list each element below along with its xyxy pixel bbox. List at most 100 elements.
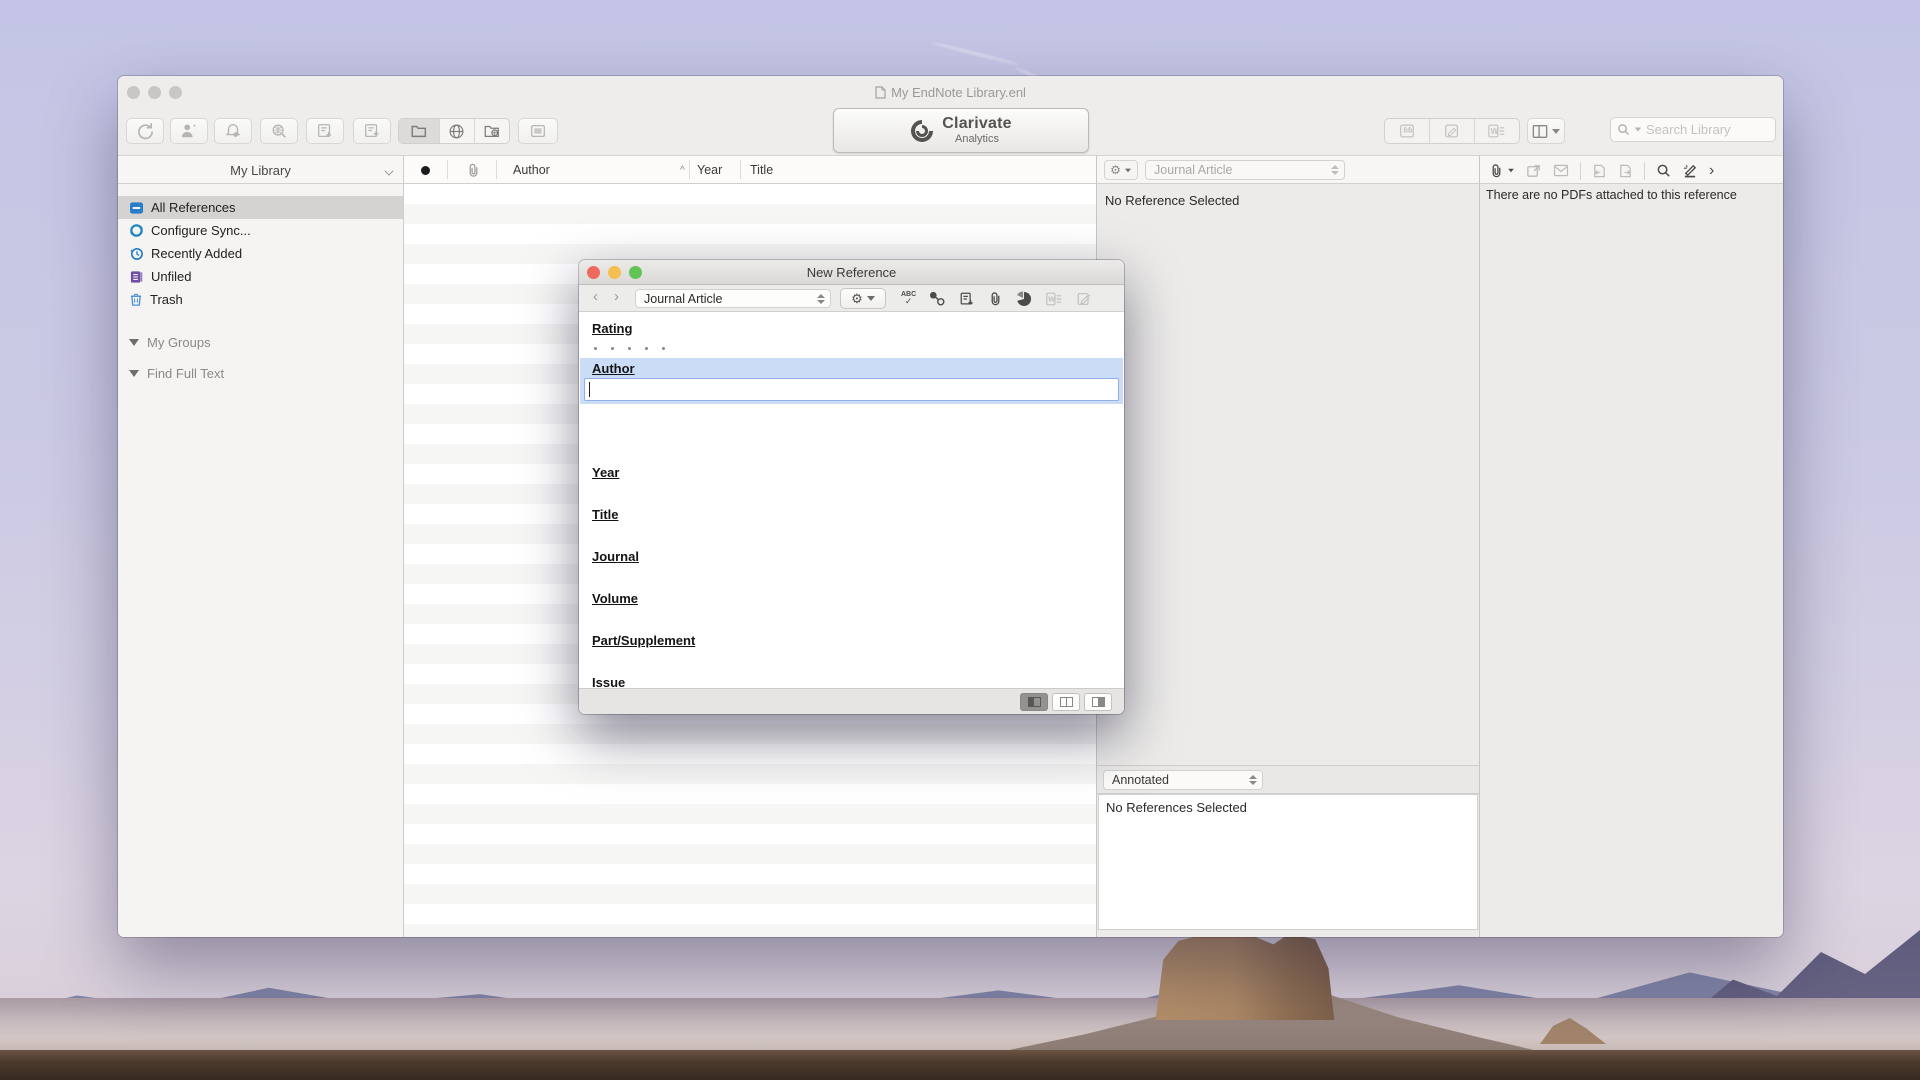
layout-reference-view-button[interactable]	[1020, 693, 1048, 711]
text-caret	[589, 382, 590, 397]
pdf-pane-expand-chevron[interactable]: ›	[1709, 162, 1714, 180]
layout-pdf-view-button[interactable]	[1084, 693, 1112, 711]
dialog-titlebar[interactable]: New Reference	[579, 260, 1124, 285]
sidebar-group-find-full-text[interactable]: Find Full Text	[118, 366, 403, 381]
online-search-mode-button[interactable]	[440, 119, 474, 143]
preview-citation-panel: No References Selected	[1098, 794, 1478, 930]
copy-citation-button[interactable]	[1385, 119, 1430, 143]
field-journal[interactable]: Journal	[592, 548, 639, 566]
brand-name: Clarivate	[942, 116, 1011, 132]
open-pdf-button[interactable]	[1526, 163, 1542, 179]
sync-button[interactable]	[126, 118, 164, 144]
field-year[interactable]: Year	[592, 464, 619, 482]
library-header-label: My Library	[118, 163, 403, 178]
hide-groups-button[interactable]	[518, 118, 558, 144]
word-template-button[interactable]: W	[1045, 291, 1063, 307]
paperclip-icon	[1489, 163, 1504, 179]
reference-options-gear-button[interactable]: ⚙	[1104, 160, 1138, 180]
disclosure-triangle-icon[interactable]	[129, 370, 139, 377]
gear-icon: ⚙	[1110, 163, 1121, 177]
layout-split-view-button[interactable]	[1052, 693, 1080, 711]
attach-file-button[interactable]	[988, 291, 1003, 307]
scrubland	[0, 1050, 1920, 1080]
stepper-icon	[1331, 165, 1339, 175]
author-input[interactable]	[584, 378, 1119, 401]
disclosure-triangle-icon[interactable]	[129, 339, 139, 346]
chevron-down-icon	[1552, 129, 1560, 134]
rating-dots[interactable]	[592, 347, 665, 350]
import-button[interactable]	[306, 118, 344, 144]
title-column-header[interactable]: Title	[750, 163, 773, 177]
pdf-viewer-pane: › There are no PDFs attached to this ref…	[1479, 155, 1783, 937]
pdf-markup-button[interactable]	[1682, 163, 1698, 178]
online-search-button[interactable]	[260, 118, 298, 144]
field-author-active[interactable]: Author	[580, 358, 1123, 404]
save-pdf-button[interactable]	[1592, 163, 1607, 179]
chevron-down-icon	[1508, 169, 1514, 173]
titlebar[interactable]: My EndNote Library.enl	[118, 76, 1783, 108]
sidebar-item-trash[interactable]: Trash	[118, 288, 403, 311]
year-column-header[interactable]: Year	[697, 163, 722, 177]
library-mode-group	[398, 118, 510, 144]
edit-note-button[interactable]	[1076, 291, 1092, 307]
share-library-button[interactable]	[170, 118, 208, 144]
local-library-mode-button[interactable]	[399, 119, 440, 143]
link-button[interactable]	[929, 291, 946, 306]
sidebar-item-configure-sync[interactable]: Configure Sync...	[118, 219, 403, 242]
field-issue[interactable]: Issue	[592, 674, 625, 688]
trash-icon	[129, 292, 143, 307]
annotated-bar: Annotated	[1097, 765, 1479, 794]
sidebar-item-unfiled[interactable]: Unfiled	[118, 265, 403, 288]
attach-file-button[interactable]	[1489, 163, 1515, 179]
import-into-reference-button[interactable]	[959, 291, 975, 307]
reference-type-select[interactable]: Journal Article	[1145, 160, 1345, 180]
pdf-search-button[interactable]	[1656, 163, 1671, 178]
svg-text:W: W	[1048, 294, 1055, 303]
dialog-options-gear-button[interactable]: ⚙	[840, 288, 886, 309]
chevron-down-icon	[1125, 168, 1131, 172]
reference-fields-form: Rating Author Year Title Journal Volume …	[579, 312, 1124, 688]
divider	[1644, 162, 1645, 180]
document-icon	[875, 86, 886, 99]
email-pdf-button[interactable]	[1553, 164, 1569, 177]
word-cwyw-button[interactable]: W	[1475, 119, 1519, 143]
ratings-chart-button[interactable]	[1016, 291, 1032, 307]
list-column-headers: Author ^ Year Title	[404, 155, 1096, 184]
notifications-button[interactable]	[214, 118, 252, 144]
paperclip-icon	[988, 291, 1003, 307]
edit-citation-button[interactable]	[1430, 119, 1474, 143]
search-input[interactable]	[1646, 122, 1756, 137]
unfiled-icon	[129, 270, 144, 284]
new-reference-button[interactable]	[353, 118, 391, 144]
gear-icon: ⚙	[851, 291, 863, 307]
no-references-selected-text: No References Selected	[1106, 800, 1247, 815]
brand-sub: Analytics	[942, 134, 1011, 145]
library-header-dropdown[interactable]: My Library	[118, 155, 403, 184]
clarivate-logo: Clarivate Analytics	[833, 108, 1089, 153]
sidebar-item-all-references[interactable]: All References	[118, 196, 403, 219]
clarivate-ring-icon	[910, 119, 934, 143]
field-volume[interactable]: Volume	[592, 590, 638, 608]
sync-icon	[129, 223, 144, 238]
layout-button[interactable]	[1527, 118, 1565, 144]
field-part-supplement[interactable]: Part/Supplement	[592, 632, 695, 650]
export-pdf-button[interactable]	[1618, 163, 1633, 179]
field-title[interactable]: Title	[592, 506, 619, 524]
read-status-column-header[interactable]	[421, 166, 430, 175]
rock-tower	[1148, 934, 1338, 1020]
integrated-mode-button[interactable]	[475, 119, 509, 143]
field-rating[interactable]: Rating	[592, 320, 665, 350]
spell-check-button[interactable]: ABC✓	[901, 291, 916, 306]
author-column-header[interactable]: Author	[513, 163, 550, 177]
stepper-icon	[1249, 775, 1257, 785]
annotated-style-select[interactable]: Annotated	[1103, 770, 1263, 790]
search-library-field[interactable]	[1610, 117, 1776, 142]
back-button[interactable]: ‹	[587, 290, 604, 307]
attachment-column-header[interactable]	[466, 163, 481, 178]
sidebar-item-recently-added[interactable]: Recently Added	[118, 242, 403, 265]
dialog-reference-type-select[interactable]: Journal Article	[635, 289, 831, 308]
forward-button[interactable]: ›	[608, 290, 625, 307]
no-pdfs-text: There are no PDFs attached to this refer…	[1486, 188, 1737, 202]
sidebar-group-my-groups[interactable]: My Groups	[118, 335, 403, 350]
stepper-icon	[817, 294, 825, 304]
